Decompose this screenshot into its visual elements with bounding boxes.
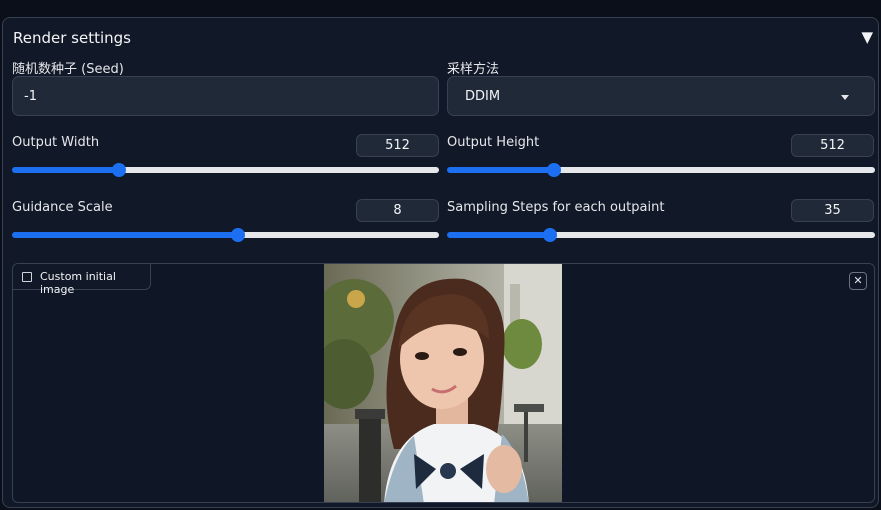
- sampler-select[interactable]: DDIM: [447, 76, 875, 116]
- close-icon[interactable]: ✕: [849, 272, 867, 290]
- output-height-number[interactable]: 512: [791, 134, 874, 157]
- slider-thumb[interactable]: [111, 163, 126, 177]
- slider-thumb[interactable]: [231, 228, 246, 242]
- chevron-down-icon: [841, 95, 849, 100]
- image-icon: [22, 272, 32, 282]
- sampling-steps-number[interactable]: 35: [791, 199, 874, 222]
- guidance-scale-slider[interactable]: [12, 228, 439, 242]
- slider-thumb[interactable]: [547, 163, 561, 177]
- sampler-label: 采样方法: [447, 62, 500, 77]
- output-width-label: Output Width: [12, 135, 100, 150]
- slider-track: [12, 232, 439, 238]
- seed-input[interactable]: [12, 76, 439, 116]
- custom-image-box[interactable]: Custom initial image ✕: [12, 263, 875, 503]
- render-settings-panel: Render settings ▼ 随机数种子 (Seed) 采样方法 DDIM…: [2, 17, 879, 508]
- image-tag: Custom initial image: [13, 264, 151, 296]
- sampling-steps-slider[interactable]: [447, 228, 875, 242]
- sampler-value: DDIM: [465, 89, 501, 104]
- output-width-slider[interactable]: [12, 163, 439, 177]
- sampling-steps-label: Sampling Steps for each outpaint: [447, 200, 665, 215]
- output-height-label: Output Height: [447, 135, 540, 150]
- image-tag-label: Custom initial image: [40, 270, 116, 296]
- slider-track: [447, 167, 875, 173]
- panel-title: Render settings: [13, 29, 131, 47]
- slider-track: [447, 232, 875, 238]
- output-height-slider[interactable]: [447, 163, 875, 177]
- output-width-number[interactable]: 512: [356, 134, 439, 157]
- collapse-icon[interactable]: ▼: [861, 28, 873, 46]
- seed-label: 随机数种子 (Seed): [12, 62, 124, 77]
- slider-thumb[interactable]: [542, 228, 557, 242]
- slider-track: [12, 167, 439, 173]
- uploaded-photo: [324, 264, 562, 502]
- guidance-scale-label: Guidance Scale: [12, 200, 113, 215]
- guidance-scale-number[interactable]: 8: [356, 199, 439, 222]
